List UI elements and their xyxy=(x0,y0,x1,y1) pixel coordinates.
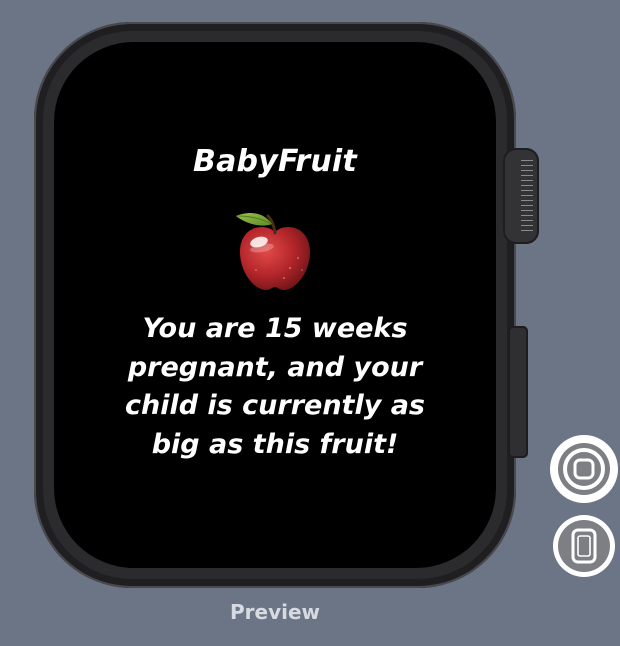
watch-screen: BabyFruit You are 15 weeks pregnant, and… xyxy=(54,42,496,568)
preview-label: Preview xyxy=(229,600,321,624)
crown-grip xyxy=(521,160,533,232)
digital-crown[interactable] xyxy=(503,148,539,244)
side-button[interactable] xyxy=(508,326,528,458)
apple-icon-graphic xyxy=(236,213,310,290)
app-title: BabyFruit xyxy=(193,144,357,179)
device-icon xyxy=(558,520,610,572)
home-button[interactable] xyxy=(550,435,618,503)
device-button[interactable] xyxy=(553,515,615,577)
home-button-icon xyxy=(558,443,610,495)
apple-icon xyxy=(232,208,318,294)
preview-canvas: BabyFruit You are 15 weeks pregnant, and… xyxy=(0,0,620,646)
pregnancy-message: You are 15 weeks pregnant, and your chil… xyxy=(124,313,426,460)
